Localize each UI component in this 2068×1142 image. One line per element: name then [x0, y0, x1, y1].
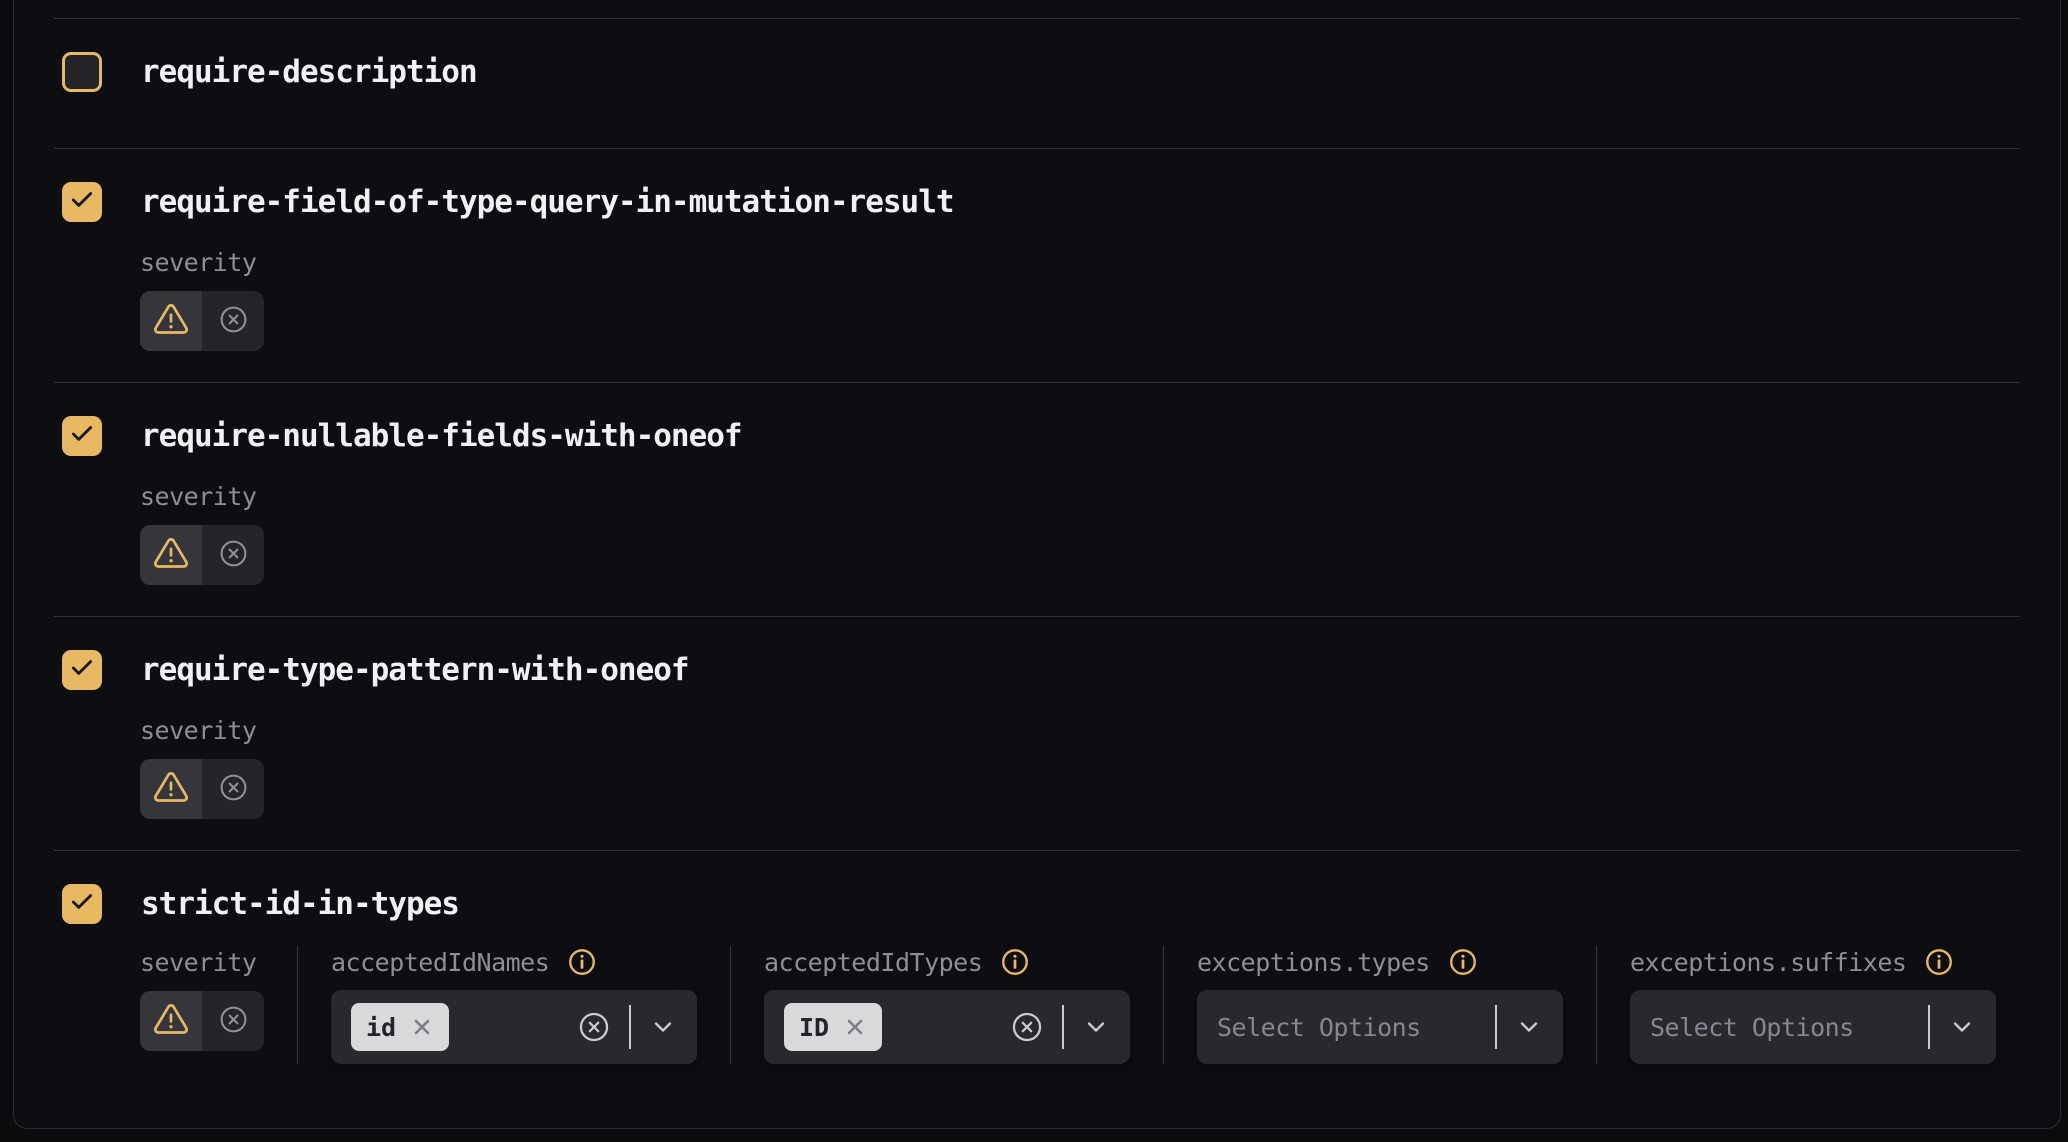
severity-off-button[interactable]	[202, 991, 264, 1051]
chip-label: ID	[799, 1013, 829, 1042]
rule-row: require-type-pattern-with-oneof severity	[54, 617, 2020, 850]
info-icon[interactable]	[1000, 947, 1030, 977]
info-icon[interactable]	[1924, 947, 1954, 977]
select-separator	[1495, 1005, 1497, 1049]
severity-off-button[interactable]	[202, 759, 264, 819]
rule-row: require-description	[54, 19, 2020, 148]
severity-column: severity	[140, 946, 297, 1064]
severity-control	[140, 291, 264, 351]
severity-control	[140, 525, 264, 585]
clear-selection-button[interactable]	[1010, 1010, 1044, 1044]
severity-label: severity	[140, 246, 2020, 278]
accepted-id-names-column: acceptedIdNames id	[297, 946, 730, 1064]
chip-label: id	[366, 1013, 396, 1042]
rule-checkbox[interactable]	[62, 884, 102, 924]
severity-warn-button[interactable]	[140, 759, 202, 819]
chevron-down-icon[interactable]	[1515, 1013, 1543, 1041]
check-icon	[69, 655, 95, 685]
severity-label: severity	[140, 946, 264, 978]
accepted-id-names-select[interactable]: id	[331, 990, 697, 1064]
rule-name: require-type-pattern-with-oneof	[141, 652, 689, 688]
exceptions-suffixes-column: exceptions.suffixes Select Options	[1596, 946, 2029, 1064]
remove-chip-icon[interactable]	[410, 1015, 434, 1039]
info-icon[interactable]	[1448, 947, 1478, 977]
severity-off-button[interactable]	[202, 291, 264, 351]
option-label: acceptedIdTypes	[764, 948, 982, 977]
exceptions-suffixes-select[interactable]: Select Options	[1630, 990, 1996, 1064]
selected-option-chip: id	[351, 1003, 449, 1051]
rule-checkbox[interactable]	[62, 182, 102, 222]
selected-option-chip: ID	[784, 1003, 882, 1051]
severity-warn-button[interactable]	[140, 991, 202, 1051]
option-label: acceptedIdNames	[331, 948, 549, 977]
check-icon	[69, 187, 95, 217]
accepted-id-types-select[interactable]: ID	[764, 990, 1130, 1064]
circle-x-icon	[218, 772, 249, 807]
rule-row: require-field-of-type-query-in-mutation-…	[54, 149, 2020, 382]
rule-checkbox[interactable]	[62, 52, 102, 92]
severity-label: severity	[140, 714, 2020, 746]
check-icon	[69, 889, 95, 919]
select-separator	[1062, 1005, 1064, 1049]
circle-x-icon	[218, 538, 249, 573]
severity-warn-button[interactable]	[140, 291, 202, 351]
select-placeholder: Select Options	[1217, 1013, 1421, 1042]
rule-name: require-nullable-fields-with-oneof	[141, 418, 742, 454]
chevron-down-icon[interactable]	[649, 1013, 677, 1041]
severity-control	[140, 991, 264, 1051]
warning-triangle-icon	[153, 535, 189, 575]
chevron-down-icon[interactable]	[1082, 1013, 1110, 1041]
rules-config-panel: require-description require-field-of-typ…	[13, 0, 2061, 1129]
select-placeholder: Select Options	[1650, 1013, 1854, 1042]
severity-control	[140, 759, 264, 819]
severity-warn-button[interactable]	[140, 525, 202, 585]
rule-name: strict-id-in-types	[141, 886, 459, 922]
rule-checkbox[interactable]	[62, 416, 102, 456]
rule-name: require-description	[141, 54, 477, 90]
warning-triangle-icon	[153, 301, 189, 341]
option-label: exceptions.suffixes	[1630, 948, 1906, 977]
circle-x-icon	[218, 304, 249, 339]
warning-triangle-icon	[153, 1001, 189, 1041]
exceptions-types-column: exceptions.types Select Options	[1163, 946, 1596, 1064]
info-icon[interactable]	[567, 947, 597, 977]
accepted-id-types-column: acceptedIdTypes ID	[730, 946, 1163, 1064]
warning-triangle-icon	[153, 769, 189, 809]
clear-selection-button[interactable]	[577, 1010, 611, 1044]
rule-name: require-field-of-type-query-in-mutation-…	[141, 184, 954, 220]
remove-chip-icon[interactable]	[843, 1015, 867, 1039]
rule-row: strict-id-in-types severity acceptedId	[54, 851, 2020, 1095]
rule-row: require-nullable-fields-with-oneof sever…	[54, 383, 2020, 616]
rule-checkbox[interactable]	[62, 650, 102, 690]
severity-off-button[interactable]	[202, 525, 264, 585]
select-separator	[629, 1005, 631, 1049]
check-icon	[69, 421, 95, 451]
option-label: exceptions.types	[1197, 948, 1430, 977]
chevron-down-icon[interactable]	[1948, 1013, 1976, 1041]
severity-label: severity	[140, 480, 2020, 512]
circle-x-icon	[218, 1004, 249, 1039]
select-separator	[1928, 1005, 1930, 1049]
exceptions-types-select[interactable]: Select Options	[1197, 990, 1563, 1064]
